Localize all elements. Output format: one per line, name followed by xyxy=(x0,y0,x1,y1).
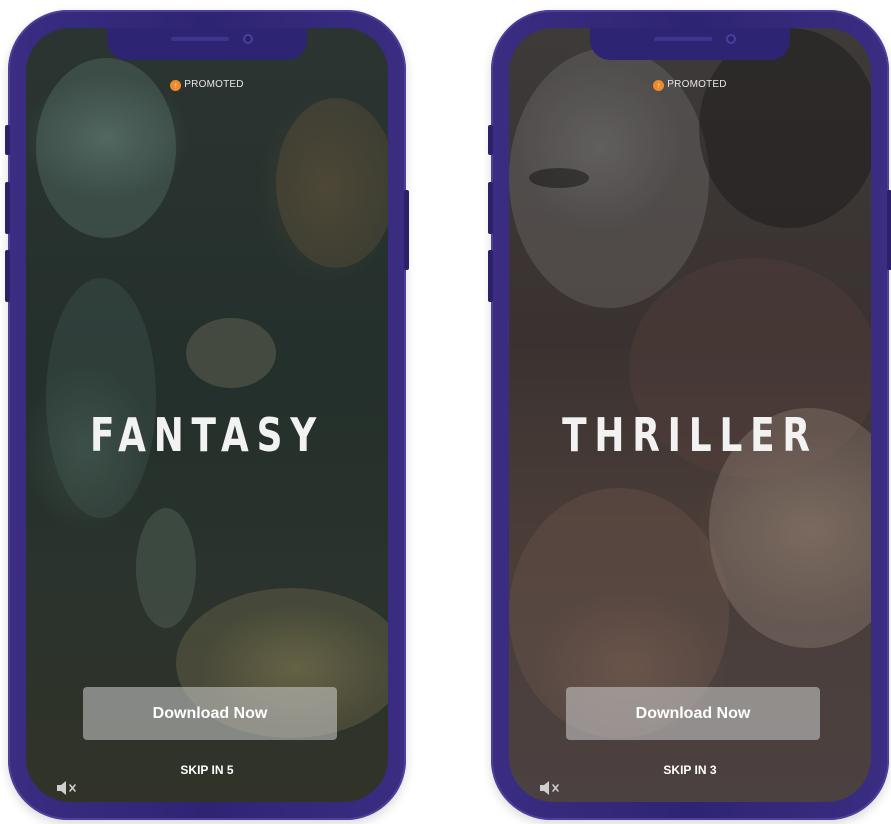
front-camera xyxy=(726,34,736,44)
download-now-button[interactable]: Download Now xyxy=(566,687,820,740)
volume-down-button xyxy=(488,250,493,302)
power-button xyxy=(404,190,409,270)
muted-speaker-icon[interactable] xyxy=(56,780,78,796)
arrow-up-circle-icon: ↑ xyxy=(653,80,665,91)
front-camera xyxy=(243,34,253,44)
promoted-badge: ↑ PROMOTED xyxy=(26,79,388,91)
volume-down-button xyxy=(5,250,10,302)
volume-up-button xyxy=(488,182,493,234)
phone-mockup-fantasy: ↑ PROMOTED FANTASY Download Now SKIP IN 5 xyxy=(5,10,409,820)
promoted-badge: ↑ PROMOTED xyxy=(509,79,871,91)
genre-title: FANTASY xyxy=(89,408,325,462)
phone-notch xyxy=(590,28,790,60)
silent-switch xyxy=(488,125,493,155)
volume-up-button xyxy=(5,182,10,234)
power-button xyxy=(887,190,891,270)
arrow-up-circle-icon: ↑ xyxy=(170,80,182,91)
phone-notch xyxy=(107,28,307,60)
silent-switch xyxy=(5,125,10,155)
genre-title: THRILLER xyxy=(562,408,818,462)
phone-mockup-thriller: ↑ PROMOTED THRILLER Download Now SKIP IN … xyxy=(488,10,891,820)
download-now-button[interactable]: Download Now xyxy=(83,687,337,740)
earpiece-speaker xyxy=(654,37,713,41)
muted-speaker-icon[interactable] xyxy=(539,780,561,796)
promoted-label: PROMOTED xyxy=(667,79,727,90)
skip-countdown[interactable]: SKIP IN 3 xyxy=(509,763,871,777)
earpiece-speaker xyxy=(171,37,230,41)
skip-countdown[interactable]: SKIP IN 5 xyxy=(26,763,388,777)
ad-screen: ↑ PROMOTED FANTASY Download Now SKIP IN 5 xyxy=(26,28,388,802)
promoted-label: PROMOTED xyxy=(184,79,244,90)
ad-screen: ↑ PROMOTED THRILLER Download Now SKIP IN … xyxy=(509,28,871,802)
